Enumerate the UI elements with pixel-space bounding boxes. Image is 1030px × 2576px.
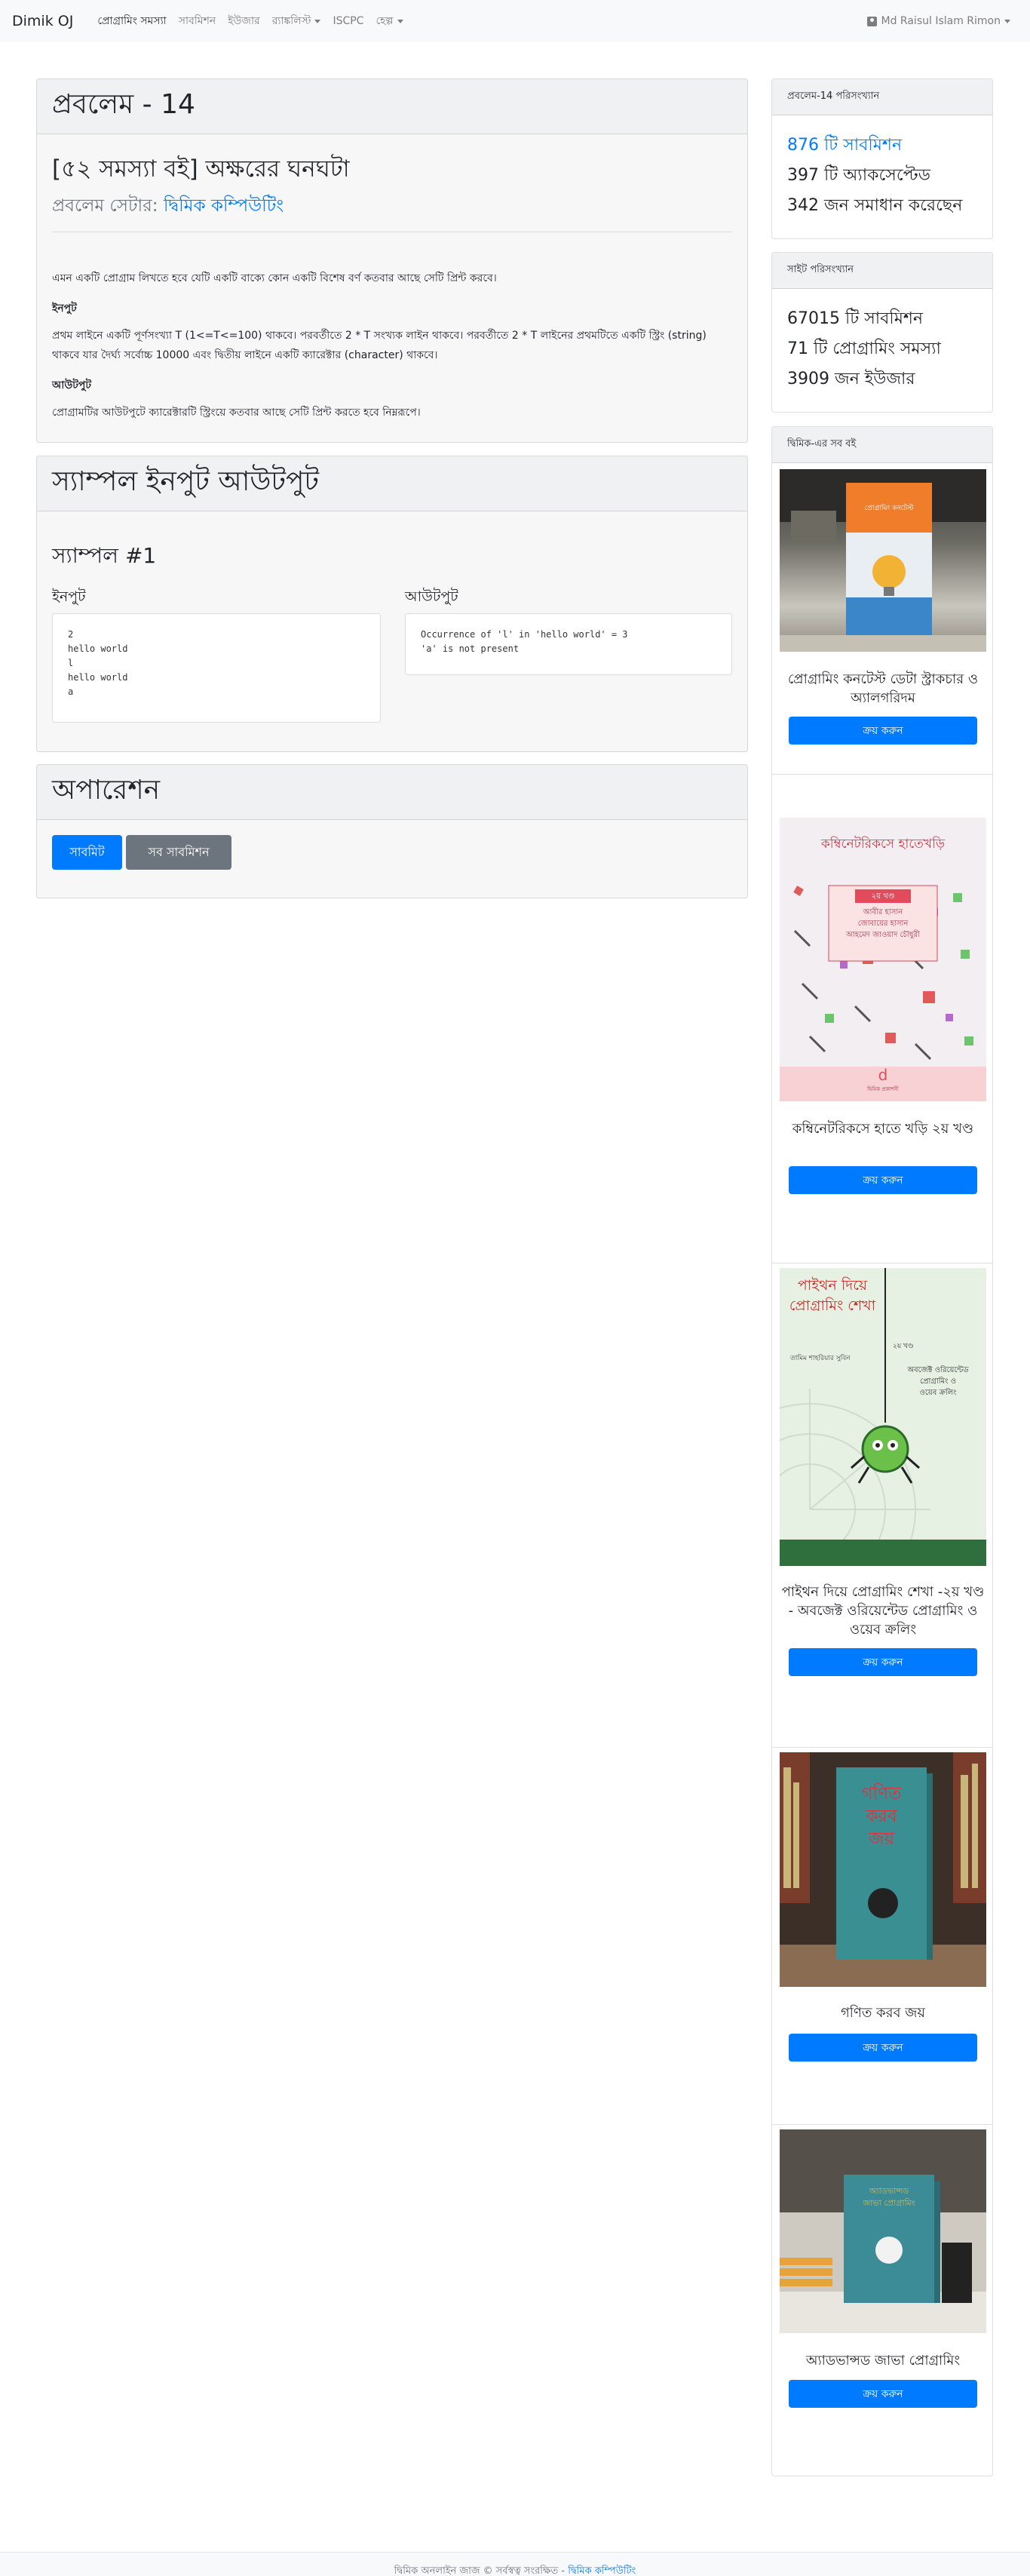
book-cover-image[interactable]: গণিত করব জয় [780,1752,986,1987]
user-icon [866,16,877,26]
book-cover-topic: অবজেক্ট ওরিয়েন্টেড প্রোগ্রামিং ও ওয়েব … [907,1366,969,1397]
chevron-down-icon [397,19,403,23]
book-cover-authors: আবীর হাসান জোবায়ের হাসান আহমেদ জাওয়াদ … [846,908,920,939]
sample-input-label: ইনপুট [52,588,86,605]
book-cover-image[interactable]: প্রোগ্রামিং কনটেস্ট [780,469,986,652]
user-name: Md Raisul Islam Rimon [881,15,1001,27]
book-cover-volume: ২য় খণ্ড [893,1343,914,1350]
chevron-down-icon [1004,19,1010,23]
problem-body: [৫২ সমস্যা বই] অক্ষরের ঘনঘটা প্রবলেম সেট… [37,134,747,442]
svg-text:d: d [878,1066,888,1084]
footer-text: দ্বিমিক অনলাইন জাজ © সর্বস্বত্ব সংরক্ষিত… [394,2565,566,2576]
sample-card-header: স্যাম্পল ইনপুট আউটপুট [37,456,747,511]
book-separator [772,774,992,775]
books-header: দ্বিমিক-এর সব বই [772,427,992,463]
book-cover-text: কম্বিনেটরিকসে হাতেখড়ি [820,837,946,852]
operation-header: অপারেশন [52,775,161,806]
sample-input-box: 2 hello world l hello world a [52,613,381,723]
sample-output-box: Occurrence of 'l' in 'hello world' = 3 '… [405,613,732,675]
book-cover-text: প্রোগ্রামিং কনটেস্ট [864,505,914,512]
chevron-down-icon [314,19,321,23]
problem-setter: প্রবলেম সেটার: দ্বিমিক কম্পিউটিং [52,192,732,221]
problem-card-header: প্রবলেম - 14 [37,79,747,134]
nav-ranklist[interactable]: র‍্যাঙ্কলিস্ট [272,12,321,30]
sample-header: স্যাম্পল ইনপুট আউটপুট [52,466,320,497]
site-stats-card: সাইট পরিসংখ্যান 67015 টি সাবমিশন 71 টি প… [771,252,993,413]
book-title: পাইথন দিয়ে প্রোগ্রামিং শেখা -২য় খণ্ড -… [781,1584,985,1638]
book-cover-image[interactable]: d কম্বিনেটরিকসে হাতেখড়ি ২য় খণ্ড আবীর হ… [780,818,986,1101]
setter-link[interactable]: দ্বিমিক কম্পিউটিং [164,196,284,216]
nav-ranklist-label: র‍্যাঙ্কলিস্ট [271,15,311,27]
nav-submissions[interactable]: সাবমিশন [179,12,216,30]
book-cover-illustration: d [780,818,986,1101]
book-cover-publisher: দ্বিমিক প্রকাশনী [867,1086,899,1092]
nav-help-label: হেল্প [376,15,394,27]
book-cover-illustration [780,469,986,652]
nav-iscpc[interactable]: ISCPC [333,15,363,27]
nav-help[interactable]: হেল্প [376,12,403,30]
book-cover-volume: ২য় খণ্ড [871,892,895,901]
nav-problems[interactable]: প্রোগ্রামিং সমস্যা [97,12,166,30]
nav-users[interactable]: ইউজার [228,12,259,30]
buy-button[interactable]: ক্রয় করুন [789,1166,977,1194]
brand-logo[interactable]: Dimik OJ [12,13,73,29]
book-cover-author: তামিম শাহরিয়ার সুবিন [790,1355,851,1362]
problem-stats-card: প্রবলেম-14 পরিসংখ্যান 876 টি সাবমিশন 397… [771,78,993,239]
sample-title: স্যাম্পল #1 [52,543,157,568]
problem-solver-count: 342 জন সমাধান করেছেন [787,196,963,215]
book-cover-text: গণিত করব জয় [861,1784,902,1849]
buy-button[interactable]: ক্রয় করুন [789,2034,977,2062]
problem-submissions-link[interactable]: 876 টি সাবমিশন [772,130,992,161]
problem-statement: এমন একটি প্রোগ্রাম লিখতে হবে যেটি একটি ব… [52,269,732,422]
problem-stats-header: প্রবলেম-14 পরিসংখ্যান [772,79,992,115]
site-stats-header: সাইট পরিসংখ্যান [772,253,992,289]
site-user-count: 3909 জন ইউজার [787,370,915,388]
book-separator [772,1747,992,1748]
sample-io-card: স্যাম্পল ইনপুট আউটপুট স্যাম্পল #1 ইনপুট … [36,456,748,752]
book-title: কম্বিনেটরিকসে হাতে খড়ি ২য় খণ্ড [792,1121,974,1137]
book-cover-text: পাইথন দিয়ে প্রোগ্রামিং শেখা [789,1277,876,1314]
problem-title: [৫২ সমস্যা বই] অক্ষরের ঘনঘটা [52,155,350,183]
book-title: অ্যাডভান্সড জাভা প্রোগ্রামিং [805,2353,961,2369]
problem-accepted-count: 397 টি অ্যাকসেপ্টেড [787,166,930,185]
buy-button[interactable]: ক্রয় করুন [789,717,977,745]
problem-card: প্রবলেম - 14 [৫২ সমস্যা বই] অক্ষরের ঘনঘট… [36,78,748,443]
book-cover-image[interactable]: পাইথন দিয়ে প্রোগ্রামিং শেখা ২য় খণ্ড তা… [780,1268,986,1566]
book-separator [772,2124,992,2125]
output-description: প্রোগ্রামটির আউটপুটে ক্যারেক্টারটি স্ট্র… [52,407,421,419]
footer-link[interactable]: দ্বিমিক কম্পিউটিং [568,2565,636,2576]
operation-card: অপারেশন সাবমিট সব সাবমিশন [36,764,748,898]
site-submission-count: 67015 টি সাবমিশন [787,309,924,328]
book-cover-image[interactable]: অ্যাডভান্সড জাভা প্রোগ্রামিং [780,2129,986,2333]
all-submissions-button[interactable]: সব সাবমিশন [126,835,231,870]
output-heading: আউটপুট [52,379,91,391]
book-title: প্রোগ্রামিং কনটেস্ট ডেটা স্ট্রাকচার ও অ্… [787,671,979,706]
input-heading: ইনপুট [52,302,77,315]
problem-header: প্রবলেম - 14 [52,89,195,120]
sample-output-label: আউটপুট [405,588,458,605]
book-title: গণিত করব জয় [841,2005,925,2021]
buy-button[interactable]: ক্রয় করুন [789,1648,977,1676]
user-menu[interactable]: Md Raisul Islam Rimon [866,0,1010,42]
buy-button[interactable]: ক্রয় করুন [789,2380,977,2408]
top-navbar: Dimik OJ প্রোগ্রামিং সমস্যা সাবমিশন ইউজা… [0,0,1030,42]
submit-button[interactable]: সাবমিট [52,835,122,870]
footer: দ্বিমিক অনলাইন জাজ © সর্বস্বত্ব সংরক্ষিত… [0,2552,1030,2576]
input-description: প্রথম লাইনে একটি পূর্ণসংখ্যা T (1<=T<=10… [52,330,707,361]
book-cover-text: অ্যাডভান্সড জাভা প্রোগ্রামিং [863,2186,915,2208]
operation-card-header: অপারেশন [37,765,747,820]
site-problem-count: 71 টি প্রোগ্রামিং সমস্যা [787,339,941,358]
book-cover-illustration [780,2129,986,2333]
statement-text: এমন একটি প্রোগ্রাম লিখতে হবে যেটি একটি ব… [52,272,497,284]
books-card: দ্বিমিক-এর সব বই প্রোগ্রামিং কনটেস্ট প্র… [771,426,993,2476]
setter-label: প্রবলেম সেটার: [52,196,158,216]
